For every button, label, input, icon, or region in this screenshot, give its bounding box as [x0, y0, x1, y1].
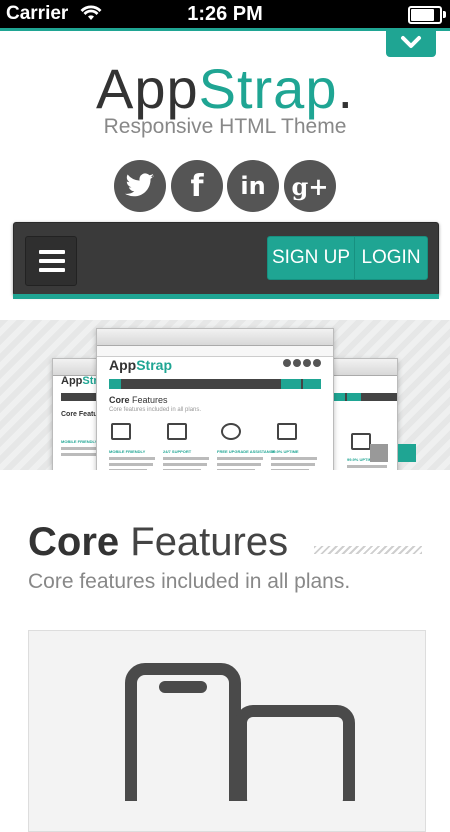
title-decoration — [314, 546, 422, 554]
battery-level — [411, 9, 435, 21]
navbar: SIGN UP LOGIN — [13, 222, 439, 296]
login-button[interactable]: LOGIN — [354, 236, 428, 280]
mini-col-3: FREE UPGRADE ASSISTANCE — [217, 449, 276, 454]
section-subtitle: Core features included in all plans. — [28, 570, 351, 593]
navbar-accent-bar — [13, 294, 439, 299]
clock: 1:26 PM — [187, 3, 263, 25]
facebook-glyph: f — [190, 168, 204, 204]
status-bar: Carrier 1:26 PM — [0, 0, 450, 28]
browser-mockup-center: AppStrap Core Features Core features inc… — [96, 328, 334, 470]
chevron-down-icon — [401, 36, 421, 48]
social-links: f in g+ — [114, 160, 336, 212]
tagline: Responsive HTML Theme — [103, 115, 347, 138]
sign-up-button[interactable]: SIGN UP — [267, 236, 355, 280]
mini-col-1: MOBILE FRIENDLY — [109, 449, 146, 454]
brand-logo[interactable]: AppStrap. — [0, 58, 450, 120]
linkedin-glyph: in — [240, 172, 266, 200]
google-plus-icon[interactable]: g+ — [284, 160, 336, 212]
collapse-toggle-button[interactable] — [386, 29, 436, 57]
google-plus-glyph: g+ — [291, 171, 329, 201]
mini-logo-center: AppStrap — [109, 357, 173, 373]
section-title-rest: Features — [119, 520, 289, 564]
feature-card — [28, 630, 426, 832]
section-title: Core Features — [28, 520, 288, 565]
hamburger-menu-icon[interactable] — [25, 236, 77, 286]
logo-dot: . — [337, 57, 355, 120]
mobile-devices-icon — [125, 663, 355, 801]
linkedin-icon[interactable]: in — [227, 160, 279, 212]
mini-col-4: 99.9% UPTIME — [271, 449, 299, 454]
hero-teal-square — [398, 444, 416, 462]
hero-image: AppStrap Core Features MOBILE FRIENDLY 9… — [0, 320, 450, 470]
mini-features-center: Core Features — [109, 395, 168, 405]
hero-grey-square — [370, 444, 388, 462]
mini-col-2: 24/7 SUPPORT — [163, 449, 192, 454]
battery-icon — [408, 6, 446, 24]
logo-strap: Strap — [198, 57, 338, 120]
section-title-bold: Core — [28, 520, 120, 564]
mini-col-left: MOBILE FRIENDLY — [61, 439, 98, 444]
mini-features-sub: Core features included in all plans. — [109, 407, 202, 413]
twitter-icon[interactable] — [114, 160, 166, 212]
accent-line — [0, 28, 450, 31]
logo-app: App — [95, 57, 199, 120]
facebook-icon[interactable]: f — [171, 160, 223, 212]
